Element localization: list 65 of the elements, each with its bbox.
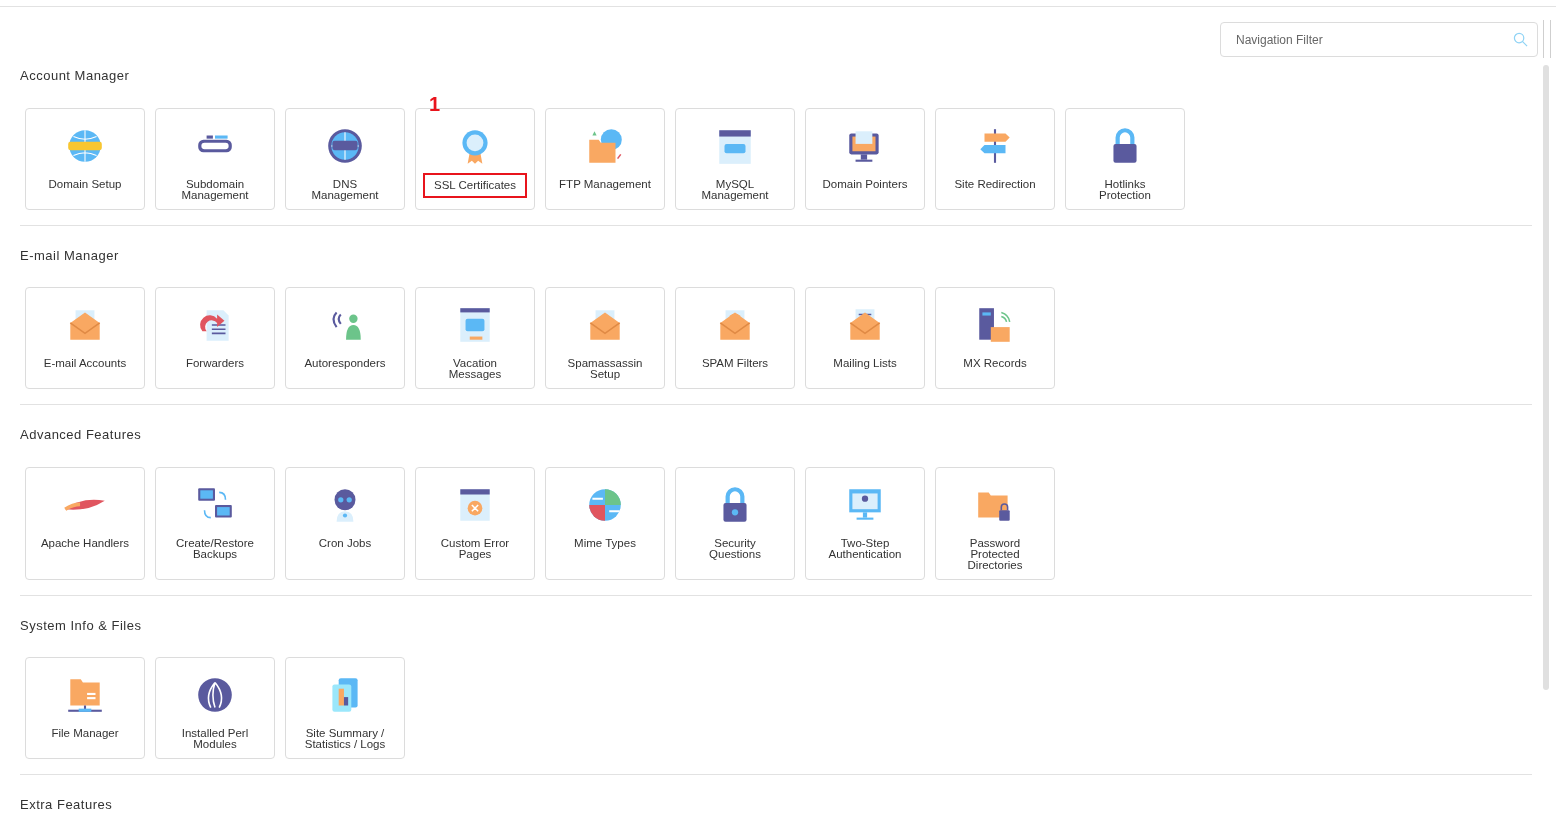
tile-label: Forwarders [185, 358, 245, 369]
section-heading: System Info & Files [20, 616, 143, 635]
tool-tile[interactable]: Domain Setup [25, 107, 145, 210]
search-field[interactable]: Navigation Filter [1220, 22, 1538, 57]
tile-label: Password Protected Directories [966, 537, 1024, 571]
tool-tile[interactable]: E-mail Accounts [25, 287, 145, 389]
section-heading: E-mail Manager [20, 246, 120, 265]
tile-label: Mailing Lists [833, 358, 897, 369]
tile-label: Spamassassin Setup [566, 358, 644, 380]
tool-tile[interactable]: Create/Restore Backups [155, 466, 275, 580]
tile-label: SSL Certificates [423, 172, 527, 198]
scrollbar[interactable] [1543, 65, 1549, 690]
tile-label: Custom Error Pages [439, 537, 511, 560]
tile-label: E-mail Accounts [43, 358, 127, 369]
tool-tile[interactable]: Installed Perl Modules [155, 657, 275, 759]
tile-label: Site Summary / Statistics / Logs [303, 728, 387, 750]
tool-tile[interactable]: Security Questions [675, 466, 795, 580]
tool-tile[interactable]: MySQL Management [675, 107, 795, 210]
tile-label: Vacation Messages [447, 358, 503, 380]
tool-tile[interactable]: Mailing Lists [805, 287, 925, 389]
tool-tile[interactable]: Mime Types [545, 466, 665, 580]
tile-label: Site Redirection [954, 178, 1036, 190]
tool-tile[interactable]: Spamassassin Setup [545, 287, 665, 389]
tool-tile[interactable]: Site Redirection [935, 107, 1055, 210]
tile-label: DNS Management [310, 178, 380, 201]
tool-tile[interactable]: SPAM Filters [675, 287, 795, 389]
tile-label: Subdomain Management [180, 178, 250, 201]
tool-tile[interactable]: Hotlinks Protection [1065, 107, 1185, 210]
tool-tile[interactable]: Password Protected Directories [935, 466, 1055, 580]
tile-label: SPAM Filters [701, 358, 769, 369]
tile-label: Mime Types [574, 537, 636, 549]
section-heading: Advanced Features [20, 426, 143, 444]
tile-label: Cron Jobs [318, 537, 372, 549]
tile-label: File Manager [51, 728, 119, 739]
tile-label: Create/Restore Backups [175, 537, 255, 560]
tool-tile[interactable]: MX Records [935, 287, 1055, 389]
tool-tile[interactable]: Two-Step Authentication [805, 466, 925, 580]
tool-tile[interactable]: Site Summary / Statistics / Logs [285, 657, 405, 759]
tool-tile[interactable]: Custom Error Pages [415, 466, 535, 580]
search-icon [1513, 32, 1528, 47]
tool-tile[interactable]: FTP Management [545, 107, 665, 210]
tool-tile[interactable]: Forwarders [155, 287, 275, 389]
tile-label: Security Questions [708, 537, 762, 560]
tool-tile[interactable]: Apache Handlers [25, 466, 145, 580]
section-heading: Account Manager [20, 67, 131, 85]
resize-grip[interactable] [1543, 20, 1551, 58]
tile-label: Autoresponders [304, 358, 386, 369]
tool-tile[interactable]: Subdomain Management [155, 107, 275, 210]
tool-tile[interactable]: Autoresponders [285, 287, 405, 389]
tile-label: Two-Step Authentication [827, 537, 903, 560]
tile-label: Installed Perl Modules [180, 728, 250, 750]
tile-label: Hotlinks Protection [1098, 178, 1152, 201]
tile-label: Domain Setup [48, 178, 122, 190]
tool-tile[interactable]: File Manager [25, 657, 145, 759]
tool-tile[interactable]: DNS Management [285, 107, 405, 210]
feather-icon [64, 497, 106, 512]
tile-label: FTP Management [559, 178, 651, 190]
tile-label: MySQL Management [700, 178, 770, 201]
tool-tile[interactable]: Domain Pointers [805, 107, 925, 210]
tile-label: Domain Pointers [822, 178, 908, 190]
section-heading: Extra Features [20, 796, 114, 814]
tile-label: MX Records [963, 358, 1027, 369]
tool-tile[interactable]: Vacation Messages [415, 287, 535, 389]
tile-label: Apache Handlers [40, 537, 130, 549]
tool-tile[interactable]: Cron Jobs [285, 466, 405, 580]
